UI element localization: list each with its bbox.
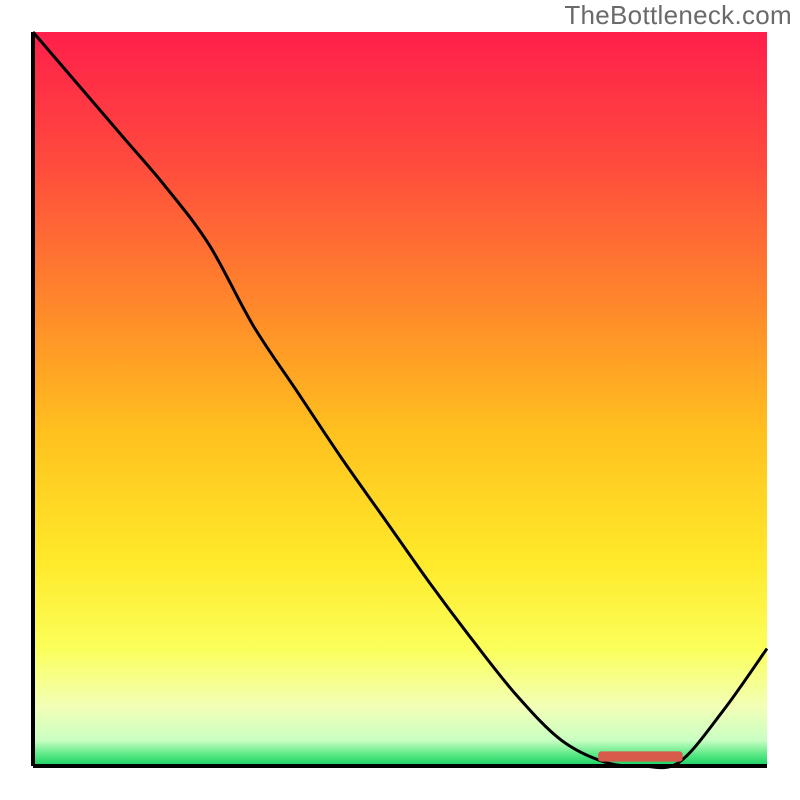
plot-gradient-background [33,32,767,766]
bottleneck-chart [0,0,800,800]
optimal-range-marker [598,751,682,761]
